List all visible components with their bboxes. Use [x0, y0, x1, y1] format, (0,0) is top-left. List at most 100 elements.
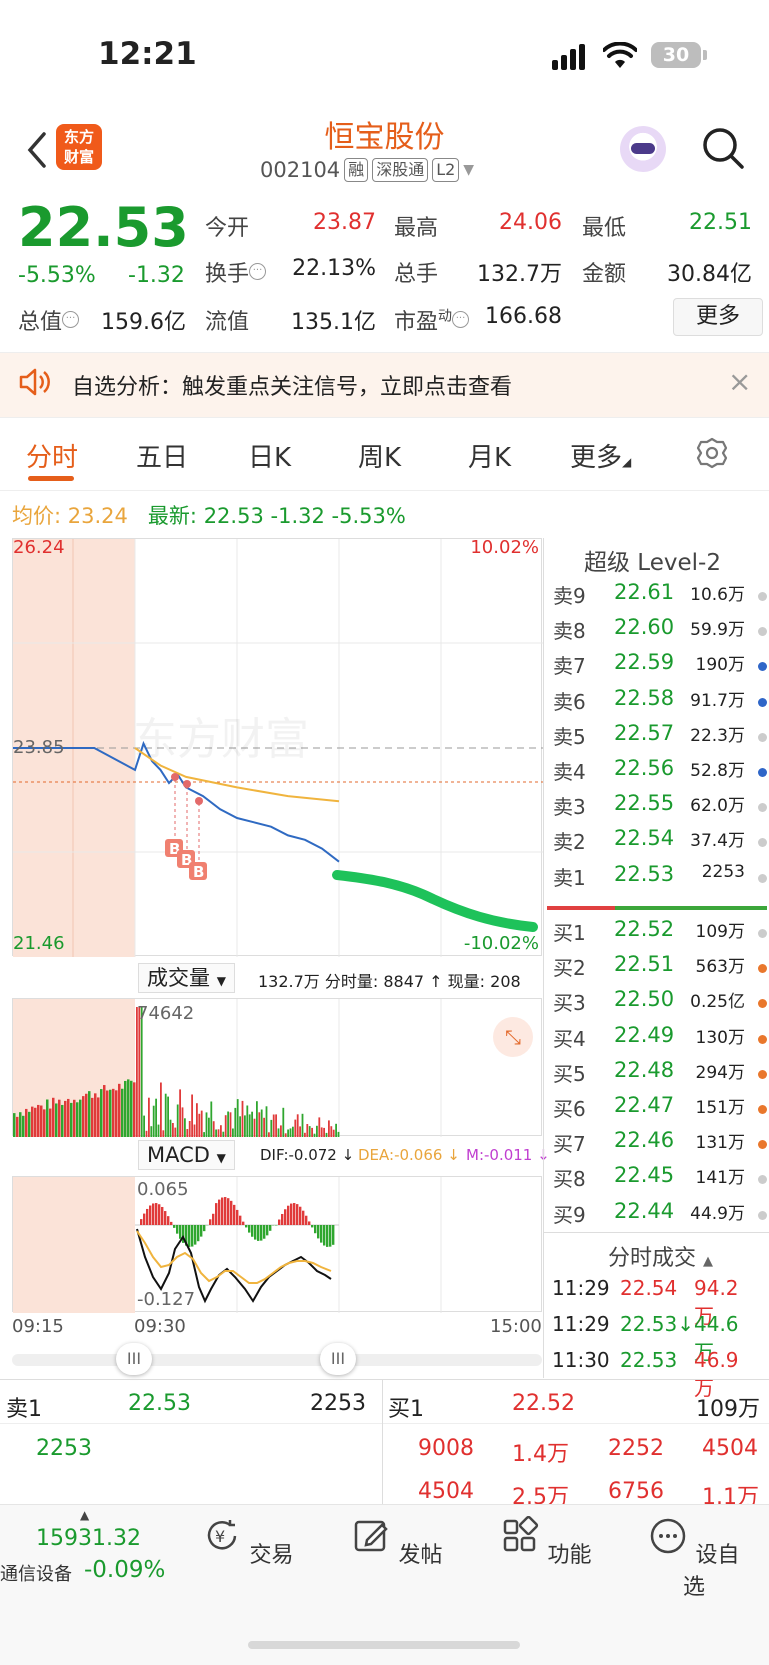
volume-selector[interactable]: 成交量 ▼	[138, 963, 235, 993]
bid-row[interactable]: 买8 22.45 141万	[550, 1163, 769, 1198]
volume-bar	[155, 1098, 157, 1137]
bid-side-label: 买7	[553, 1132, 586, 1157]
bid-volume: 109万	[695, 922, 745, 942]
ask-price: 22.55	[614, 791, 675, 816]
info-icon[interactable]: ···	[452, 310, 470, 328]
chart-range-slider[interactable]	[12, 1354, 542, 1366]
tab-monthly-k[interactable]: 月K	[468, 437, 511, 474]
trade-row: 11:30 22.53 46.9万	[552, 1348, 739, 1400]
expand-icon[interactable]: ⤡	[493, 1017, 533, 1057]
tab-post[interactable]: 发帖	[347, 1516, 447, 1569]
info-icon[interactable]: ···	[249, 262, 267, 280]
macd-bar	[224, 1197, 227, 1225]
volume-bar	[94, 1093, 97, 1137]
ask-row[interactable]: 卖5 22.57 22.3万	[550, 721, 769, 756]
tab-trade[interactable]: ¥ 交易	[198, 1516, 298, 1569]
book-divider-buy	[615, 906, 767, 910]
float-cap-label: 流值	[205, 310, 250, 335]
info-icon[interactable]: ···	[62, 310, 80, 328]
volume-bar	[164, 1093, 167, 1137]
last-price: 22.53	[18, 196, 189, 259]
ask-indicator-dot	[758, 732, 767, 742]
slider-handle-left[interactable]: III	[116, 1343, 152, 1375]
home-indicator	[248, 1641, 520, 1649]
intraday-chart[interactable]: 东方财富 B B B 26.24 10.02% 23.85 21.46 -10.…	[12, 537, 543, 957]
ask-volume: 10.6万	[690, 585, 745, 605]
bid-row[interactable]: 买5 22.48 294万	[550, 1058, 769, 1093]
tab-more[interactable]: 更多◢	[570, 437, 631, 474]
stock-code-row[interactable]: 002104 融 深股通 L2 ▼	[260, 158, 474, 182]
bid-row[interactable]: 买1 22.52 109万	[550, 917, 769, 952]
macd-bar	[290, 1203, 293, 1225]
pe-value: 166.68	[485, 304, 562, 329]
volume-bar	[46, 1099, 49, 1137]
ask-row[interactable]: 卖6 22.58 91.7万	[550, 686, 769, 721]
ask-row[interactable]: 卖2 22.54 37.4万	[550, 826, 769, 861]
bid-row[interactable]: 买4 22.49 130万	[550, 1023, 769, 1058]
slider-handle-right[interactable]: III	[320, 1343, 356, 1375]
svg-text:¥: ¥	[215, 1527, 225, 1546]
macd-bar	[197, 1225, 200, 1242]
ask-row[interactable]: 卖8 22.60 59.9万	[550, 615, 769, 650]
speaker-icon	[19, 368, 50, 396]
market-cap-value: 159.6亿	[101, 310, 186, 335]
index-pct[interactable]: -0.09%	[84, 1557, 165, 1583]
settings-icon[interactable]	[695, 436, 729, 470]
macd-chart[interactable]: 0.065 -0.127	[12, 1176, 542, 1313]
macd-selector[interactable]: MACD ▼	[138, 1140, 235, 1170]
volume-chart[interactable]: 74642 ⤡	[12, 998, 542, 1137]
index-value[interactable]: 15931.32	[36, 1526, 141, 1551]
bid-price: 22.48	[614, 1057, 675, 1082]
ask-row[interactable]: 卖9 22.61 10.6万	[550, 580, 769, 615]
bid-row[interactable]: 买9 22.44 44.9万	[550, 1199, 769, 1234]
volume-bar	[103, 1085, 106, 1137]
assistant-robot-icon[interactable]	[620, 126, 666, 172]
volume-bar	[337, 1131, 340, 1137]
volume-bar	[179, 1089, 181, 1137]
bid-row[interactable]: 买3 22.50 0.25亿	[550, 987, 769, 1022]
order-book-title[interactable]: 超级 Level-2	[584, 543, 721, 577]
bid-indicator-dot	[758, 1034, 767, 1044]
more-quote-button[interactable]: 更多	[673, 298, 763, 336]
trades-title[interactable]: 分时成交 ▲	[608, 1240, 713, 1272]
notice-text[interactable]: 自选分析：触发重点关注信号，立即点击查看	[72, 369, 512, 401]
market-cap-label: 总值 ···	[18, 304, 80, 336]
macd-bar	[293, 1203, 296, 1225]
tab-intraday[interactable]: 分时	[26, 437, 78, 474]
ask-row[interactable]: 卖7 22.59 190万	[550, 650, 769, 685]
tab-add-watchlist[interactable]: 设自选	[644, 1516, 744, 1601]
y-min-label: 21.46	[13, 933, 65, 954]
tab-5day[interactable]: 五日	[136, 437, 188, 474]
volume-bar	[176, 1104, 179, 1137]
collapse-up-icon[interactable]: ▲	[80, 1508, 89, 1522]
macd-bar	[212, 1213, 215, 1225]
ask-row[interactable]: 卖1 22.53 2253	[550, 862, 769, 897]
macd-bar	[236, 1209, 239, 1225]
index-name[interactable]: 通信设备	[0, 1560, 72, 1586]
volume-bar	[193, 1124, 196, 1137]
bid-row[interactable]: 买2 22.51 563万	[550, 952, 769, 987]
bid-volume: 294万	[695, 1062, 745, 1083]
close-icon[interactable]: ×	[728, 365, 751, 398]
bid-row[interactable]: 买6 22.47 151万	[550, 1093, 769, 1128]
tab-functions[interactable]: 功能	[496, 1515, 596, 1569]
macd-bar	[218, 1199, 221, 1225]
signal-icon	[552, 44, 586, 70]
ask-price: 22.57	[614, 720, 675, 745]
ask-row[interactable]: 卖4 22.56 52.8万	[550, 756, 769, 791]
volume-bar	[150, 1126, 153, 1137]
tab-weekly-k[interactable]: 周K	[358, 437, 401, 474]
search-icon[interactable]	[700, 125, 746, 171]
ask-row[interactable]: 卖3 22.55 62.0万	[550, 791, 769, 826]
amount-label: 金额	[582, 262, 627, 287]
bid-price: 22.44	[614, 1198, 675, 1223]
trade-icon: ¥	[208, 1520, 237, 1550]
bid-row[interactable]: 买7 22.46 131万	[550, 1128, 769, 1163]
watermark: 东方财富	[133, 714, 309, 765]
svg-text:B: B	[193, 863, 204, 881]
ask-side-label: 卖7	[553, 654, 586, 679]
tab-daily-k[interactable]: 日K	[248, 437, 291, 474]
volume-bar	[88, 1091, 91, 1137]
macd-bar	[245, 1225, 248, 1228]
volume-bar	[188, 1121, 191, 1137]
